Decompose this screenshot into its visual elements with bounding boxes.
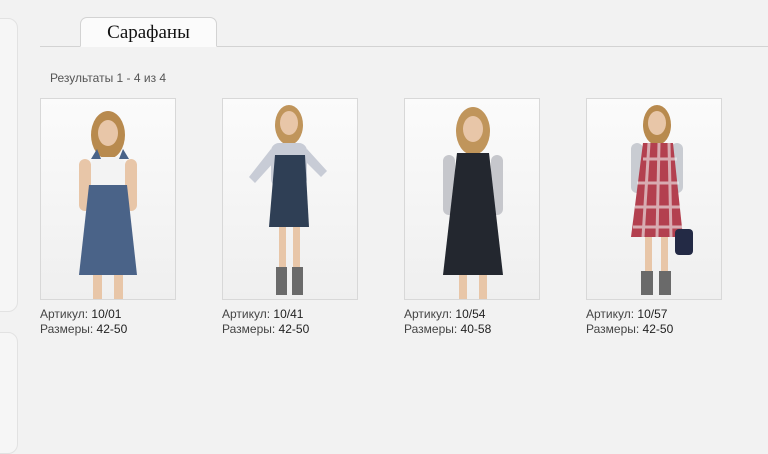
article-value: 10/41 [273,307,304,321]
model-figure-icon [443,107,503,299]
product-card: Артикул: 10/01 Размеры: 42-50 [40,98,176,337]
product-card: Артикул: 10/54 Размеры: 40-58 [404,98,540,337]
sizes-label: Размеры: [222,322,276,336]
product-article: Артикул: 10/41 [222,307,358,322]
product-photo[interactable] [586,98,722,300]
article-label: Артикул: [586,307,635,321]
article-label: Артикул: [404,307,453,321]
model-figure-icon [249,105,327,295]
sizes-value: 42-50 [642,322,674,336]
article-label: Артикул: [40,307,89,321]
article-value: 10/54 [455,307,486,321]
sizes-value: 42-50 [96,322,128,336]
article-value: 10/01 [91,307,122,321]
product-sizes: Размеры: 40-58 [404,322,540,337]
product-article: Артикул: 10/01 [40,307,176,322]
product-photo[interactable] [404,98,540,300]
results-count: Результаты 1 - 4 из 4 [50,71,167,85]
product-article: Артикул: 10/57 [586,307,722,322]
left-panel-edge-lower [0,332,18,454]
model-figure-icon [631,105,693,295]
sizes-label: Размеры: [404,322,458,336]
tab-category[interactable]: Сарафаны [80,17,217,47]
sizes-label: Размеры: [586,322,640,336]
product-sizes: Размеры: 42-50 [40,322,176,337]
product-card: Артикул: 10/57 Размеры: 42-50 [586,98,722,337]
article-label: Артикул: [222,307,271,321]
left-panel-edge [0,18,18,312]
product-sizes: Размеры: 42-50 [586,322,722,337]
model-figure-icon [79,111,137,299]
product-article: Артикул: 10/54 [404,307,540,322]
sizes-value: 42-50 [278,322,310,336]
product-photo[interactable] [40,98,176,300]
sizes-label: Размеры: [40,322,94,336]
product-photo[interactable] [222,98,358,300]
sizes-value: 40-58 [460,322,492,336]
product-sizes: Размеры: 42-50 [222,322,358,337]
article-value: 10/57 [637,307,668,321]
product-card: Артикул: 10/41 Размеры: 42-50 [222,98,358,337]
